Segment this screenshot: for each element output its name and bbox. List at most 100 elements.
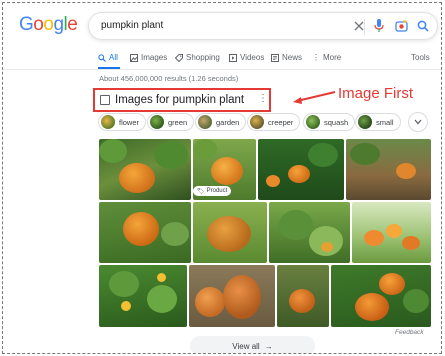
chip-creeper[interactable]: creeper	[247, 113, 301, 131]
leaf-shape	[279, 210, 313, 240]
camera-lens-icon[interactable]	[393, 18, 409, 34]
logo-letter: G	[19, 14, 34, 35]
tab-label: All	[109, 53, 118, 62]
chip-thumbnail	[306, 115, 320, 129]
search-icon	[98, 53, 106, 62]
chip-thumbnail	[150, 115, 164, 129]
tab-videos[interactable]: Videos	[229, 53, 264, 62]
image-result[interactable]	[269, 202, 350, 263]
leaf-shape	[193, 139, 217, 159]
chip-green[interactable]: green	[147, 113, 195, 131]
pumpkin-shape	[355, 293, 389, 321]
leaf-shape	[161, 222, 189, 246]
pumpkin-shape	[123, 212, 159, 246]
image-result[interactable]	[189, 265, 275, 327]
image-result[interactable]	[193, 202, 267, 263]
more-vert-icon: ⋮	[312, 53, 320, 62]
leaf-shape	[99, 139, 127, 163]
tag-icon	[175, 53, 183, 62]
chip-thumbnail	[250, 115, 264, 129]
pumpkin-shape	[379, 273, 405, 295]
chip-thumbnail	[101, 115, 115, 129]
tag-icon: 🏷	[197, 188, 205, 195]
pumpkin-shape	[119, 163, 155, 193]
image-result[interactable]	[277, 265, 329, 327]
more-vert-icon[interactable]: ⋮	[258, 93, 268, 104]
results-count: About 456,000,000 results (1.26 seconds)	[99, 74, 239, 83]
chip-thumbnail	[358, 115, 372, 129]
chip-label: creeper	[268, 117, 294, 127]
leaf-shape	[109, 271, 139, 297]
tab-all[interactable]: All	[98, 53, 118, 62]
pumpkin-shape	[321, 242, 333, 252]
logo-letter: e	[67, 14, 78, 35]
flower-shape	[121, 301, 131, 311]
tab-tools[interactable]: Tools	[411, 53, 430, 62]
image-result[interactable]	[99, 265, 187, 327]
tab-label: Tools	[411, 53, 430, 62]
image-icon	[100, 95, 110, 105]
tab-label: More	[323, 53, 342, 62]
image-result[interactable]	[331, 265, 431, 327]
view-all-button[interactable]: View all →	[190, 336, 315, 353]
leaf-shape	[403, 289, 429, 313]
tab-label: Images	[141, 53, 168, 62]
image-icon	[130, 53, 138, 62]
image-result[interactable]	[258, 139, 344, 200]
pumpkin-shape	[195, 287, 225, 317]
video-icon	[229, 53, 237, 62]
chip-flower[interactable]: flower	[98, 113, 147, 131]
tab-shopping[interactable]: Shopping	[175, 53, 220, 62]
tab-images[interactable]: Images	[130, 53, 167, 62]
leaf-shape	[350, 143, 380, 165]
pumpkin-shape	[207, 216, 251, 252]
image-result[interactable]	[99, 202, 191, 263]
image-result[interactable]	[99, 139, 191, 200]
pumpkin-shape	[288, 165, 310, 183]
leaf-shape	[308, 143, 338, 167]
image-result[interactable]	[352, 202, 431, 263]
tab-label: Shopping	[186, 53, 220, 62]
tab-news[interactable]: News	[271, 53, 302, 62]
logo-letter: g	[53, 14, 64, 35]
tab-more[interactable]: ⋮ More	[312, 53, 341, 62]
pumpkin-shape	[386, 224, 402, 238]
logo-letter: o	[43, 14, 54, 35]
chip-label: small	[376, 117, 394, 127]
product-badge: 🏷 Product	[193, 186, 232, 196]
annotation-text: Image First	[338, 85, 414, 102]
tab-label: Videos	[240, 53, 265, 62]
pumpkin-shape	[364, 230, 384, 246]
chip-label: squash	[324, 117, 349, 127]
annotation-arrow	[293, 91, 336, 104]
image-result[interactable]	[346, 139, 431, 200]
search-input[interactable]: pumpkin plant	[101, 20, 163, 31]
chip-small[interactable]: small	[355, 113, 401, 131]
feedback-link[interactable]: Feedback	[395, 329, 424, 336]
pumpkin-shape	[266, 175, 280, 187]
search-divider	[364, 19, 365, 35]
product-badge-label: Product	[206, 188, 228, 194]
chip-squash[interactable]: squash	[303, 113, 356, 131]
images-section-header[interactable]: Images for pumpkin plant ⋮	[93, 88, 271, 112]
pumpkin-shape	[402, 236, 420, 250]
pumpkin-shape	[223, 275, 261, 319]
chips-expand-button[interactable]	[408, 112, 428, 132]
pumpkin-shape	[211, 157, 243, 185]
chevron-down-icon	[414, 119, 422, 125]
arrow-right-icon: →	[264, 341, 273, 351]
search-tabs: All Images Shopping Videos News ⋮ More T…	[98, 53, 438, 69]
search-bar[interactable]: pumpkin plant	[88, 12, 438, 40]
tabs-divider	[3, 69, 441, 70]
leaf-shape	[147, 285, 177, 313]
microphone-icon[interactable]	[371, 18, 387, 34]
leaf-shape	[154, 141, 188, 169]
chip-label: garden	[216, 117, 240, 127]
flower-shape	[157, 273, 166, 282]
chip-label: flower	[119, 117, 140, 127]
google-logo[interactable]: Google	[19, 14, 78, 36]
chip-label: green	[168, 117, 188, 127]
search-icon[interactable]	[415, 18, 431, 34]
news-icon	[271, 53, 279, 62]
chip-garden[interactable]: garden	[195, 113, 247, 131]
